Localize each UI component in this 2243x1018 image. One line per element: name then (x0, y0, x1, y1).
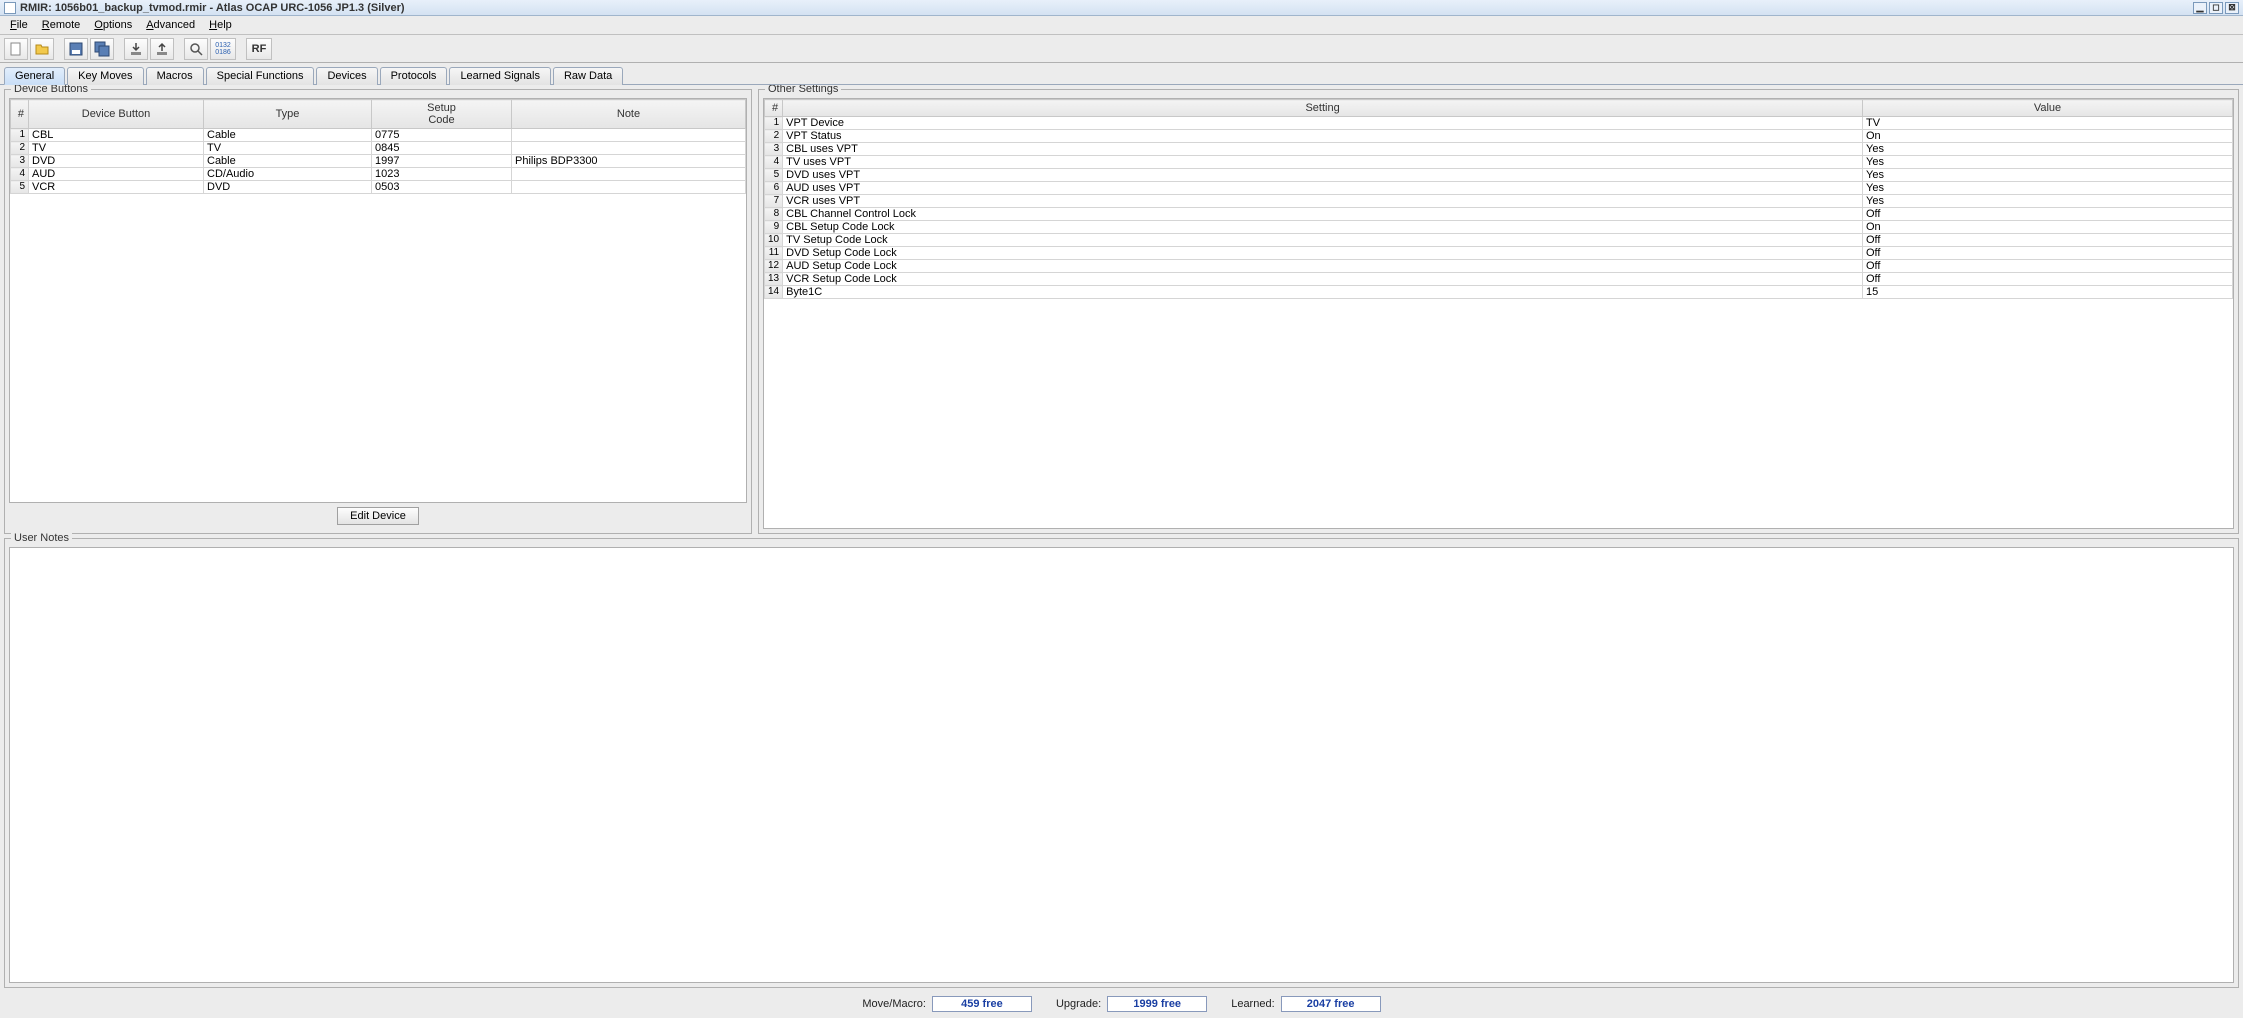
table-row[interactable]: 12AUD Setup Code LockOff (765, 260, 2233, 273)
titlebar: RMIR: 1056b01_backup_tvmod.rmir - Atlas … (0, 0, 2243, 16)
tab-special-functions[interactable]: Special Functions (206, 67, 315, 85)
menu-advanced[interactable]: Advanced (140, 18, 201, 32)
tab-raw-data[interactable]: Raw Data (553, 67, 623, 85)
tab-devices[interactable]: Devices (316, 67, 377, 85)
table-row[interactable]: 4AUDCD/Audio1023 (11, 168, 746, 181)
other-settings-panel: Other Settings #SettingValue 1VPT Device… (758, 89, 2239, 534)
tab-macros[interactable]: Macros (146, 67, 204, 85)
settings-panel-title: Other Settings (765, 85, 841, 95)
table-row[interactable]: 11DVD Setup Code LockOff (765, 247, 2233, 260)
window-title: RMIR: 1056b01_backup_tvmod.rmir - Atlas … (20, 2, 405, 14)
user-notes-textarea[interactable] (9, 547, 2234, 983)
status-upgrade-label: Upgrade: (1056, 998, 1101, 1010)
tab-bar: GeneralKey MovesMacrosSpecial FunctionsD… (0, 63, 2243, 85)
user-notes-panel: User Notes (4, 538, 2239, 988)
toolbar: 01320186 RF (0, 35, 2243, 63)
settings-col-header[interactable]: # (765, 100, 783, 117)
device-table[interactable]: #Device ButtonTypeSetupCodeNote 1CBLCabl… (10, 99, 746, 194)
app-icon (4, 2, 16, 14)
status-move-value: 459 free (932, 996, 1032, 1012)
menu-help[interactable]: Help (203, 18, 238, 32)
table-row[interactable]: 7VCR uses VPTYes (765, 195, 2233, 208)
device-buttons-panel: Device Buttons #Device ButtonTypeSetupCo… (4, 89, 752, 534)
maximize-button[interactable]: ◻ (2209, 2, 2223, 14)
edit-device-button[interactable]: Edit Device (337, 507, 419, 525)
table-row[interactable]: 6AUD uses VPTYes (765, 182, 2233, 195)
device-col-header[interactable]: Type (204, 100, 372, 129)
menu-options[interactable]: Options (88, 18, 138, 32)
notes-panel-title: User Notes (11, 532, 72, 544)
device-col-header[interactable]: # (11, 100, 29, 129)
new-button[interactable] (4, 38, 28, 60)
table-row[interactable]: 3DVDCable1997Philips BDP3300 (11, 155, 746, 168)
table-row[interactable]: 3CBL uses VPTYes (765, 143, 2233, 156)
menu-file[interactable]: File (4, 18, 34, 32)
table-row[interactable]: 8CBL Channel Control LockOff (765, 208, 2233, 221)
open-button[interactable] (30, 38, 54, 60)
table-row[interactable]: 13VCR Setup Code LockOff (765, 273, 2233, 286)
settings-table[interactable]: #SettingValue 1VPT DeviceTV2VPT StatusOn… (764, 99, 2233, 299)
save-as-button[interactable] (90, 38, 114, 60)
table-row[interactable]: 10TV Setup Code LockOff (765, 234, 2233, 247)
table-row[interactable]: 5DVD uses VPTYes (765, 169, 2233, 182)
menubar: File Remote Options Advanced Help (0, 16, 2243, 35)
settings-col-header[interactable]: Setting (783, 100, 1863, 117)
status-learned-label: Learned: (1231, 998, 1274, 1010)
table-row[interactable]: 1CBLCable0775 (11, 129, 746, 142)
tab-protocols[interactable]: Protocols (380, 67, 448, 85)
menu-remote[interactable]: Remote (36, 18, 87, 32)
status-upgrade-value: 1999 free (1107, 996, 1207, 1012)
table-row[interactable]: 2TVTV0845 (11, 142, 746, 155)
tab-learned-signals[interactable]: Learned Signals (449, 67, 551, 85)
rf-button[interactable]: RF (246, 38, 272, 60)
search-button[interactable] (184, 38, 208, 60)
device-col-header[interactable]: Note (512, 100, 746, 129)
table-row[interactable]: 5VCRDVD0503 (11, 181, 746, 194)
device-col-header[interactable]: SetupCode (372, 100, 512, 129)
table-row[interactable]: 14Byte1C15 (765, 286, 2233, 299)
table-row[interactable]: 4TV uses VPTYes (765, 156, 2233, 169)
table-row[interactable]: 1VPT DeviceTV (765, 117, 2233, 130)
upload-button[interactable] (150, 38, 174, 60)
minimize-button[interactable]: ▁ (2193, 2, 2207, 14)
status-learned-value: 2047 free (1281, 996, 1381, 1012)
status-move-label: Move/Macro: (862, 998, 926, 1010)
save-button[interactable] (64, 38, 88, 60)
table-row[interactable]: 2VPT StatusOn (765, 130, 2233, 143)
settings-col-header[interactable]: Value (1863, 100, 2233, 117)
tab-key-moves[interactable]: Key Moves (67, 67, 143, 85)
device-col-header[interactable]: Device Button (29, 100, 204, 129)
device-panel-title: Device Buttons (11, 85, 91, 95)
download-button[interactable] (124, 38, 148, 60)
tab-general[interactable]: General (4, 67, 65, 85)
close-button[interactable]: ⊠ (2225, 2, 2239, 14)
hex-button[interactable]: 01320186 (210, 38, 236, 60)
statusbar: Move/Macro: 459 free Upgrade: 1999 free … (0, 992, 2243, 1018)
table-row[interactable]: 9CBL Setup Code LockOn (765, 221, 2233, 234)
